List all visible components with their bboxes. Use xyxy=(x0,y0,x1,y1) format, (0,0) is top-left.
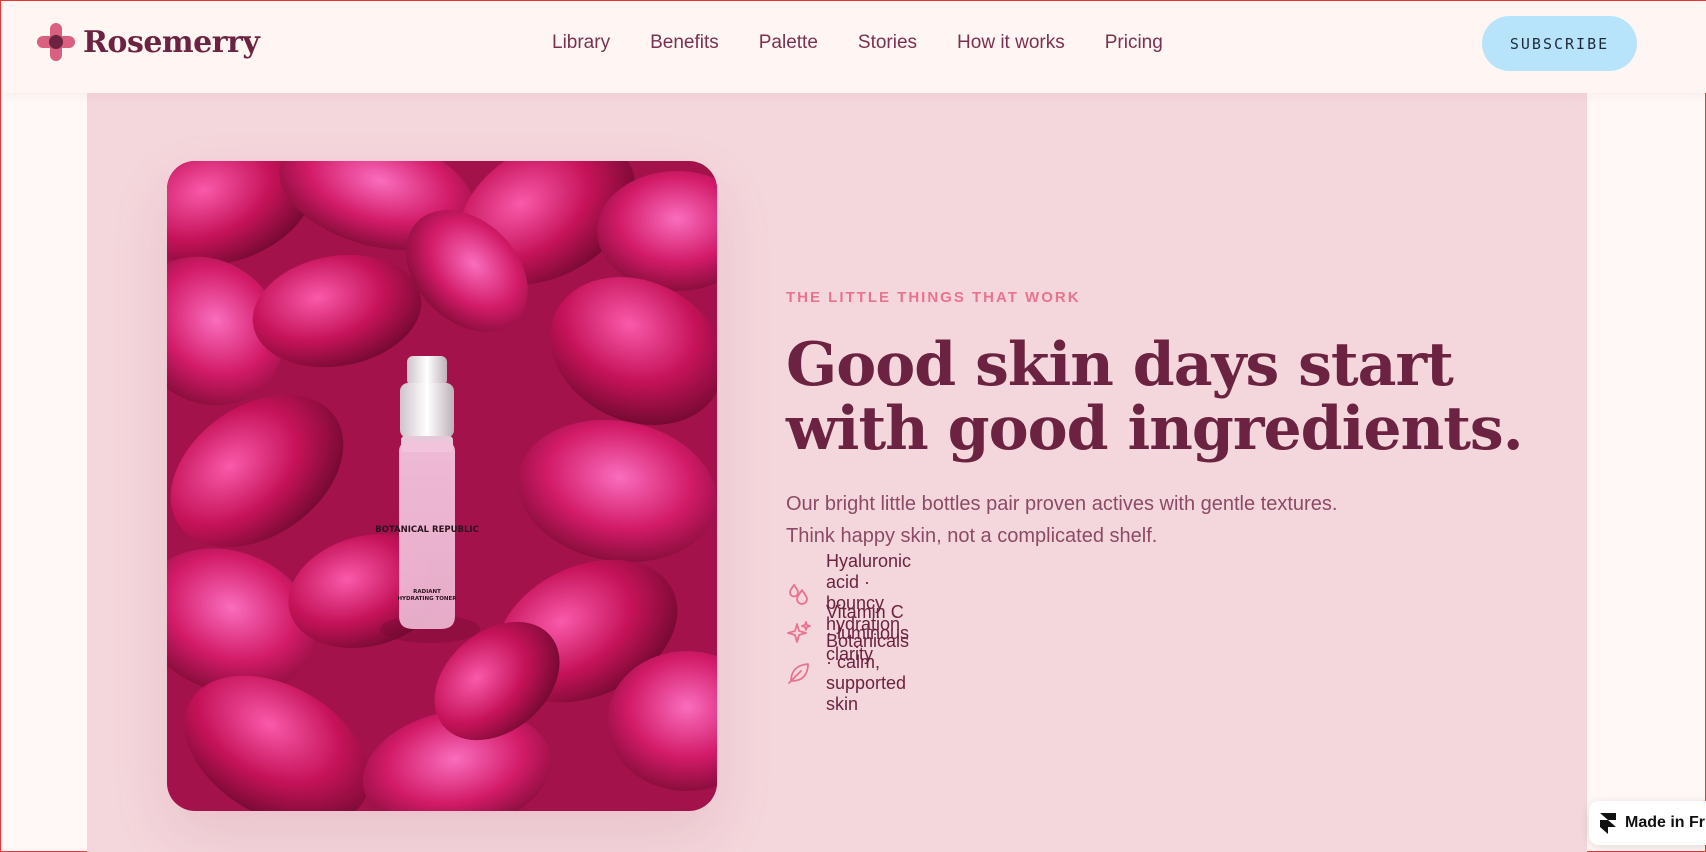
brand-logo[interactable]: Rosemerry xyxy=(37,23,260,61)
svg-text:BOTANICAL REPUBLIC: BOTANICAL REPUBLIC xyxy=(375,525,479,535)
sparkle-icon xyxy=(786,620,812,646)
feature-item: Botanicals · calm, supported skin xyxy=(786,631,911,714)
flower-logo-icon xyxy=(37,23,75,61)
hero-eyebrow: THE LITTLE THINGS THAT WORK xyxy=(786,289,1081,306)
feature-text: Botanicals · calm, supported skin xyxy=(826,631,910,714)
nav-benefits[interactable]: Benefits xyxy=(650,31,719,55)
made-in-badge[interactable]: Made in Fr xyxy=(1589,801,1706,845)
nav-palette[interactable]: Palette xyxy=(759,31,818,55)
nav-stories[interactable]: Stories xyxy=(858,31,917,55)
feature-list: Hyaluronic acid · bouncy hydration Vitam… xyxy=(786,551,911,714)
hero-product-image: BOTANICAL REPUBLIC RADIANT HYDRATING TON… xyxy=(167,161,717,811)
svg-text:RADIANT: RADIANT xyxy=(413,589,441,595)
main-nav: Library Benefits Palette Stories How it … xyxy=(552,31,1163,55)
nav-how-it-works[interactable]: How it works xyxy=(957,31,1065,55)
droplets-icon xyxy=(786,580,812,606)
leaf-icon xyxy=(786,660,812,686)
nav-pricing[interactable]: Pricing xyxy=(1105,31,1163,55)
hero-headline: Good skin days start with good ingredien… xyxy=(786,330,1524,464)
hero-section: BOTANICAL REPUBLIC RADIANT HYDRATING TON… xyxy=(87,93,1587,852)
framer-logo-icon xyxy=(1599,812,1617,834)
badge-label: Made in Fr xyxy=(1625,814,1706,831)
brand-name: Rosemerry xyxy=(83,24,260,60)
svg-text:HYDRATING TONER: HYDRATING TONER xyxy=(397,596,457,602)
site-header: Rosemerry Library Benefits Palette Stori… xyxy=(1,1,1706,93)
nav-library[interactable]: Library xyxy=(552,31,610,55)
subscribe-button[interactable]: SUBSCRIBE xyxy=(1482,16,1637,71)
hero-subtext: Our bright little bottles pair proven ac… xyxy=(786,493,1338,547)
